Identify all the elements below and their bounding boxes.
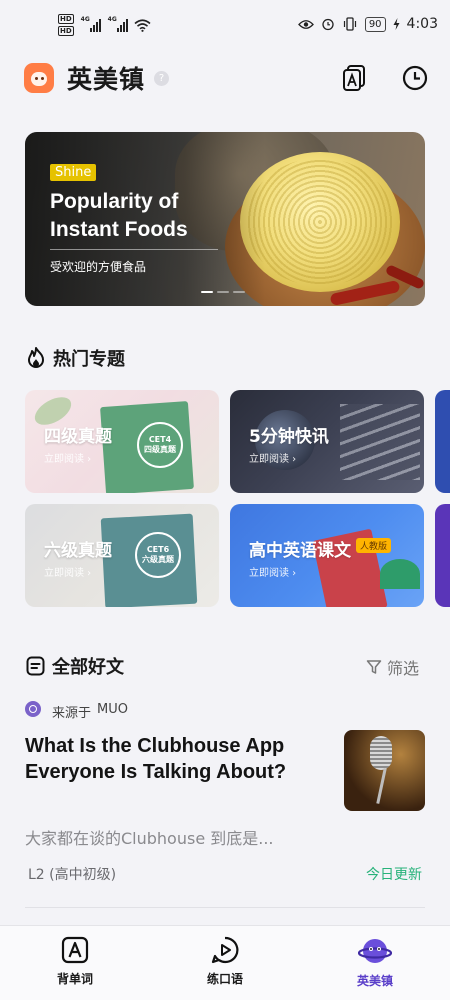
book-cover-label: CET6 六级真题 bbox=[135, 532, 181, 578]
carousel-dot bbox=[201, 291, 213, 293]
hd-badge: HD bbox=[58, 14, 74, 24]
source-logo-icon bbox=[25, 701, 41, 717]
wifi-icon bbox=[134, 18, 151, 32]
section-title: 热门专题 bbox=[53, 349, 125, 370]
topic-read-link[interactable]: 立即阅读 › bbox=[249, 564, 296, 579]
status-left: HD HD 4G 4G bbox=[58, 14, 151, 36]
signal-icon: 4G bbox=[108, 16, 128, 32]
hot-topics-header: 热门专题 bbox=[26, 345, 125, 371]
vocab-a-icon bbox=[61, 936, 89, 964]
featured-banner[interactable]: Shine Popularity of Instant Foods 受欢迎的方便… bbox=[25, 132, 425, 306]
alarm-icon bbox=[322, 18, 334, 31]
banner-tag: Shine bbox=[50, 164, 97, 181]
topic-read-link[interactable]: 立即阅读 › bbox=[249, 450, 296, 465]
divider bbox=[50, 249, 218, 250]
carousel-dot bbox=[233, 291, 245, 293]
app-header: 英美镇 ? bbox=[24, 58, 428, 98]
divider bbox=[25, 907, 425, 908]
battery-icon: 90 bbox=[364, 16, 386, 32]
all-articles-header: 全部好文 bbox=[26, 653, 124, 679]
planet-mascot-icon bbox=[358, 939, 392, 963]
status-bar: HD HD 4G 4G 90 4:03 bbox=[0, 0, 450, 52]
network-label: 4G bbox=[80, 16, 90, 23]
speak-play-icon bbox=[211, 936, 239, 964]
nav-item-vocab[interactable]: 背单词 bbox=[35, 936, 115, 987]
app-logo-icon bbox=[24, 63, 54, 93]
carousel-indicator bbox=[201, 291, 245, 293]
article-level: L2 (高中初级) bbox=[28, 867, 117, 883]
article-title[interactable]: What Is the Clubhouse App Everyone Is Ta… bbox=[25, 733, 325, 785]
source-label: 来源于 bbox=[52, 706, 92, 721]
eye-icon bbox=[297, 19, 314, 29]
help-icon[interactable]: ? bbox=[154, 70, 170, 86]
filter-button[interactable]: 筛选 bbox=[366, 655, 419, 679]
topic-title: 高中英语课文 bbox=[249, 541, 351, 561]
flame-icon bbox=[28, 347, 44, 368]
book-cover-label: CET4 四级真题 bbox=[137, 422, 183, 468]
topic-title: 5分钟快讯 bbox=[249, 427, 329, 447]
nav-item-speak[interactable]: 练口语 bbox=[185, 936, 265, 987]
bottom-nav: 背单词 练口语 英美镇 bbox=[0, 925, 450, 1000]
article-thumbnail[interactable] bbox=[344, 730, 425, 811]
topic-card-highschool[interactable]: 高中英语课文 人教版 立即阅读 › bbox=[230, 504, 424, 607]
nav-label: 背单词 bbox=[56, 972, 93, 986]
history-clock-icon[interactable] bbox=[402, 65, 428, 91]
translate-card-icon[interactable] bbox=[342, 64, 368, 92]
status-time: 4:03 bbox=[406, 16, 438, 32]
article-list-icon bbox=[26, 656, 45, 676]
topic-read-link[interactable]: 立即阅读 › bbox=[44, 564, 91, 579]
topic-card-peek[interactable] bbox=[435, 504, 450, 607]
status-right: 90 4:03 bbox=[297, 16, 438, 32]
nav-item-town[interactable]: 英美镇 bbox=[335, 936, 415, 989]
edition-badge: 人教版 bbox=[356, 538, 392, 553]
hd-badge: HD bbox=[58, 26, 74, 36]
update-badge: 今日更新 bbox=[366, 867, 422, 883]
topic-card-cet4[interactable]: CET4 四级真题 四级真题 立即阅读 › bbox=[25, 390, 219, 493]
banner-title: Popularity of Instant Foods bbox=[50, 190, 188, 241]
topic-title: 四级真题 bbox=[44, 427, 112, 447]
charging-icon bbox=[393, 18, 400, 30]
banner-subtitle: 受欢迎的方便食品 bbox=[50, 260, 147, 274]
hd-indicator: HD HD bbox=[58, 14, 74, 36]
topic-card-news[interactable]: 5分钟快讯 立即阅读 › bbox=[230, 390, 424, 493]
topic-title: 六级真题 bbox=[44, 541, 112, 561]
article-summary: 大家都在谈的Clubhouse 到底是... bbox=[25, 829, 274, 848]
section-title: 全部好文 bbox=[52, 657, 124, 678]
signal-icon: 4G bbox=[81, 16, 101, 32]
nav-label: 英美镇 bbox=[356, 974, 393, 988]
topic-card-peek[interactable] bbox=[435, 390, 450, 493]
network-label: 4G bbox=[107, 16, 117, 23]
app-title: 英美镇 bbox=[67, 65, 146, 94]
funnel-icon bbox=[366, 660, 382, 674]
source-name[interactable]: MUO bbox=[97, 702, 128, 717]
topic-card-cet6[interactable]: CET6 六级真题 六级真题 立即阅读 › bbox=[25, 504, 219, 607]
filter-label: 筛选 bbox=[387, 659, 420, 678]
topic-read-link[interactable]: 立即阅读 › bbox=[44, 450, 91, 465]
nav-label: 练口语 bbox=[206, 972, 243, 986]
carousel-dot bbox=[217, 291, 229, 293]
vibrate-icon bbox=[343, 17, 356, 31]
